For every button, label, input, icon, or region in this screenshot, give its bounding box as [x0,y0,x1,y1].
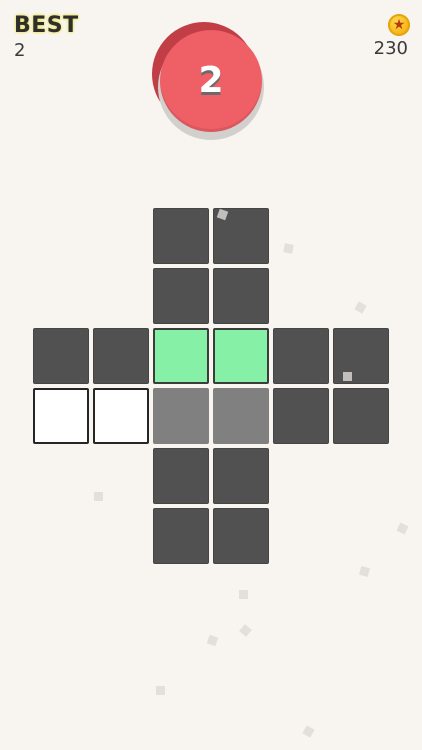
confetti-piece [283,243,294,254]
tile-green[interactable] [213,328,269,384]
tile-green[interactable] [153,328,209,384]
confetti-piece [239,590,248,599]
tile-dark[interactable] [273,388,329,444]
tile-dark[interactable] [213,508,269,564]
tile-dark[interactable] [153,448,209,504]
confetti-piece [343,372,352,381]
tile-white[interactable] [33,388,89,444]
tile-dark[interactable] [333,328,389,384]
tile-dark[interactable] [333,388,389,444]
tile-grey[interactable] [213,388,269,444]
tile-dark[interactable] [153,508,209,564]
confetti-piece [156,686,165,695]
tile-dark[interactable] [213,268,269,324]
tile-dark[interactable] [153,268,209,324]
tile-white[interactable] [93,388,149,444]
tile-dark[interactable] [33,328,89,384]
tile-dark[interactable] [153,208,209,264]
confetti-piece [94,492,103,501]
tile-dark[interactable] [273,328,329,384]
tile-dark[interactable] [213,448,269,504]
tile-grey[interactable] [153,388,209,444]
tile-dark[interactable] [93,328,149,384]
